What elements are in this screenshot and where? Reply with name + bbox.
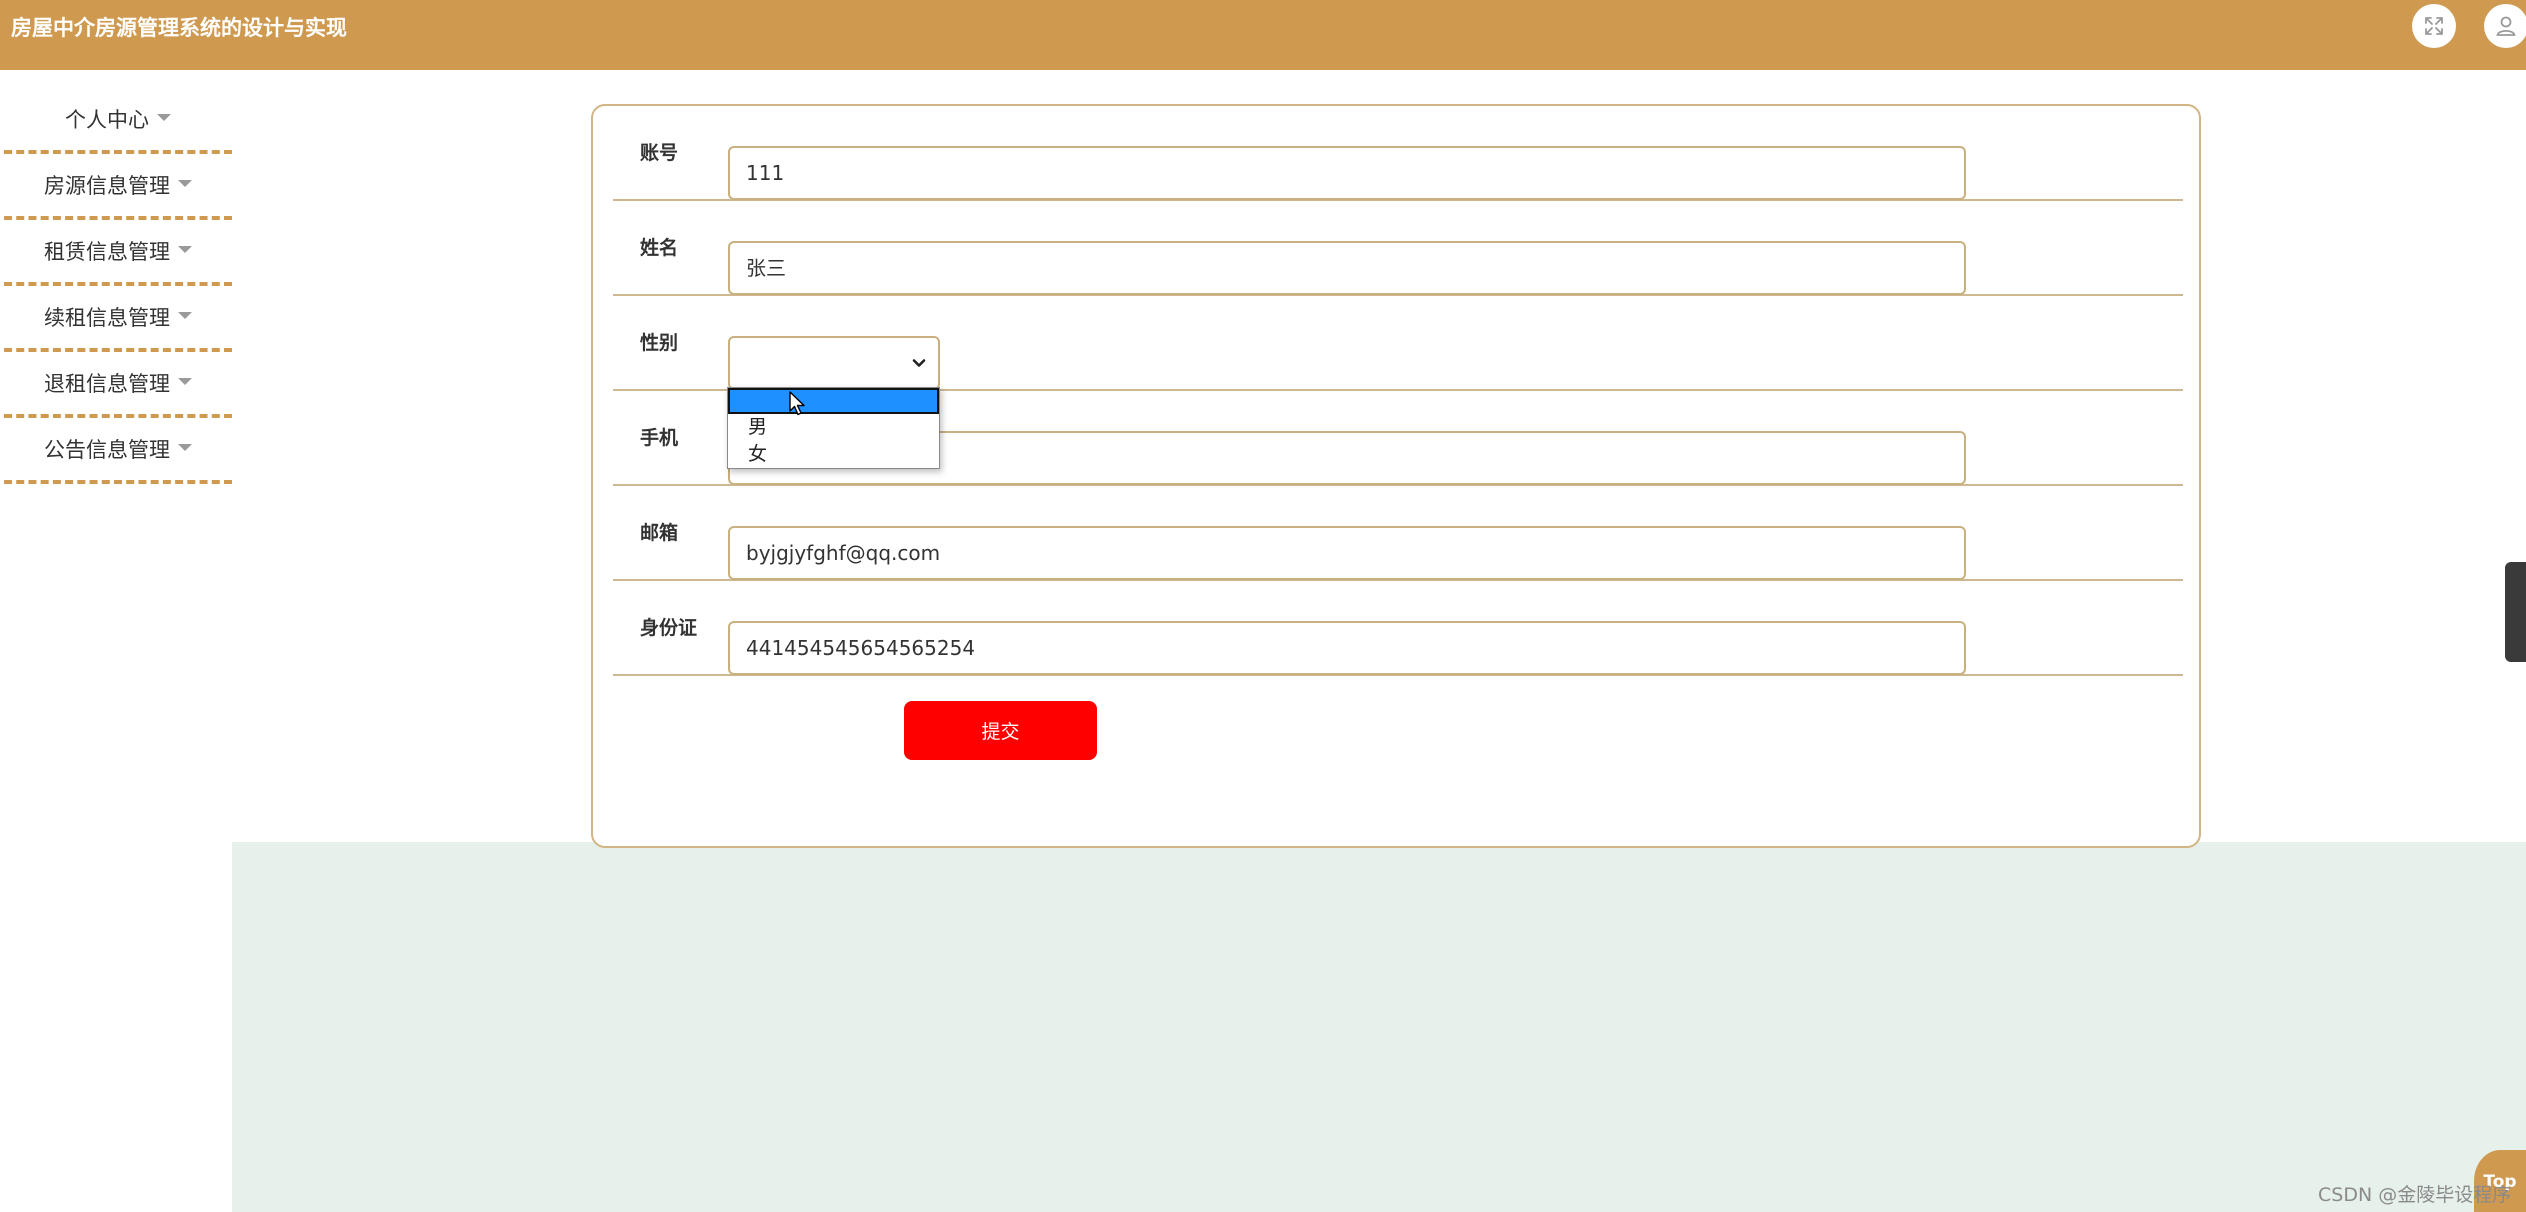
gender-option-male[interactable]: 男 [728, 414, 939, 441]
gender-label: 性别 [640, 332, 679, 354]
sidebar-item-label: 退租信息管理 [44, 372, 170, 396]
sidebar-menu: 个人中心 房源信息管理 租赁信息管理 续租信息管理 退租信息管理 公告信息管理 [4, 88, 232, 484]
caret-down-icon [178, 443, 192, 451]
id-card-input[interactable]: 441454545654565254 [728, 621, 1966, 675]
chevron-down-icon [912, 359, 926, 367]
gender-option-female[interactable]: 女 [728, 441, 939, 468]
email-label: 邮箱 [640, 522, 679, 544]
content-background [232, 842, 2526, 1212]
form-row-account: 账号 111 [613, 106, 2183, 201]
sidebar-item-termination-management[interactable]: 退租信息管理 [4, 352, 232, 418]
account-label: 账号 [640, 142, 679, 164]
sidebar-item-personal-center[interactable]: 个人中心 [4, 88, 232, 154]
form-row-name: 姓名 张三 [613, 201, 2183, 296]
caret-down-icon [178, 377, 192, 385]
user-icon [2496, 16, 2516, 36]
caret-down-icon [178, 245, 192, 253]
expand-arrows-icon [2425, 17, 2443, 35]
caret-down-icon [178, 311, 192, 319]
account-input[interactable]: 111 [728, 146, 1966, 200]
mouse-cursor-icon [789, 391, 805, 416]
name-label: 姓名 [640, 237, 679, 259]
sidebar-item-listing-management[interactable]: 房源信息管理 [4, 154, 232, 220]
form-row-id-card: 身份证 441454545654565254 [613, 581, 2183, 676]
name-input[interactable]: 张三 [728, 241, 1966, 295]
gender-option-empty[interactable] [728, 388, 939, 414]
gender-select[interactable] [728, 336, 940, 390]
app-title: 房屋中介房源管理系统的设计与实现 [11, 16, 347, 40]
gender-dropdown-list: 男 女 [727, 387, 940, 469]
form-row-email: 邮箱 byjgjyfghf@qq.com [613, 486, 2183, 581]
side-panel-toggle[interactable] [2505, 562, 2526, 662]
sidebar-item-lease-management[interactable]: 租赁信息管理 [4, 220, 232, 286]
id-card-label: 身份证 [640, 617, 698, 639]
submit-button[interactable]: 提交 [904, 701, 1097, 760]
caret-down-icon [157, 113, 171, 121]
profile-form: 账号 111 姓名 张三 性别 手机 邮箱 byjgjyfghf@qq.com … [591, 104, 2201, 848]
sidebar-item-label: 租赁信息管理 [44, 240, 170, 264]
sidebar-item-label: 房源信息管理 [44, 174, 170, 198]
sidebar-item-label: 个人中心 [65, 108, 149, 132]
fullscreen-button[interactable] [2412, 4, 2456, 48]
caret-down-icon [178, 179, 192, 187]
user-menu-button[interactable] [2484, 4, 2526, 48]
sidebar-item-label: 公告信息管理 [44, 438, 170, 462]
sidebar-item-renewal-management[interactable]: 续租信息管理 [4, 286, 232, 352]
form-row-gender: 性别 [613, 296, 2183, 391]
phone-label: 手机 [640, 427, 679, 449]
sidebar-item-notice-management[interactable]: 公告信息管理 [4, 418, 232, 484]
watermark: CSDN @金陵毕设程序 [2318, 1184, 2512, 1206]
sidebar-item-label: 续租信息管理 [44, 306, 170, 330]
app-header: 房屋中介房源管理系统的设计与实现 [0, 0, 2526, 70]
email-input[interactable]: byjgjyfghf@qq.com [728, 526, 1966, 580]
